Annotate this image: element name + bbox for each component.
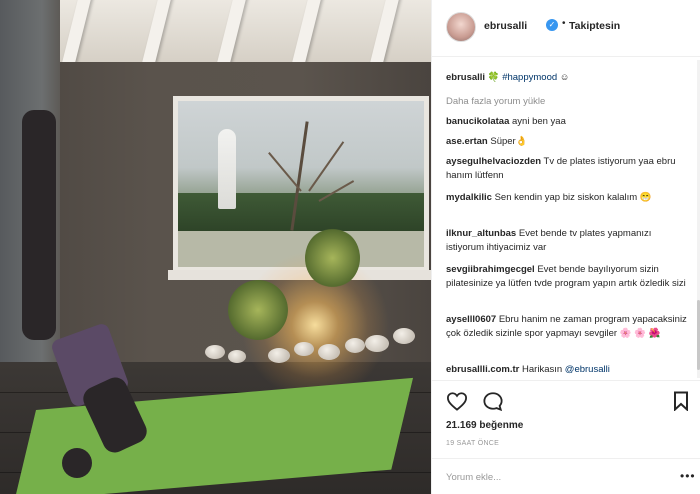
plant	[305, 228, 360, 288]
ceiling	[0, 0, 431, 68]
caption: ebrusalli 🍀 #happymood ☺	[446, 71, 691, 85]
ceiling-beam	[215, 0, 248, 68]
plant	[228, 280, 288, 340]
person-head	[62, 448, 92, 478]
post-photo[interactable]	[0, 0, 431, 494]
comment: aysegulhelvaciozden Tv de plates istiyor…	[446, 155, 691, 183]
comment-text: Sen kendin yap biz siskon kalalım 😁	[494, 192, 652, 203]
comment-username[interactable]: ilknur_altunbas	[446, 228, 516, 239]
more-options-icon[interactable]: •••	[680, 469, 696, 483]
header-separator: •	[562, 18, 566, 29]
comment-username[interactable]: ebrusallli.com.tr	[446, 364, 519, 375]
clover-emoji: 🍀	[487, 72, 500, 83]
likes-count[interactable]: 21.169 beğenme	[446, 420, 523, 431]
person-legs	[22, 110, 56, 340]
action-bar	[432, 380, 700, 420]
load-more-comments-button[interactable]: Daha fazla yorum yükle	[446, 95, 691, 109]
add-comment-input[interactable]	[446, 469, 666, 485]
instagram-post-view: ebrusalli ✓ • Takiptesin ebrusalli 🍀 #ha…	[0, 0, 700, 494]
follow-status-button[interactable]: Takiptesin	[569, 20, 620, 32]
comment: mydalkilic Sen kendin yap biz siskon kal…	[446, 191, 691, 205]
ceiling-beam	[290, 0, 323, 68]
ceiling-beam	[60, 0, 93, 68]
comment: ayselll0607 Ebru hanim ne zaman program …	[446, 313, 691, 341]
header-username[interactable]: ebrusalli	[484, 20, 527, 32]
comment-username[interactable]: ase.ertan	[446, 136, 488, 147]
garden-window	[173, 96, 429, 272]
smiley-emoji: ☺	[559, 72, 570, 83]
comment-username[interactable]: sevgiibrahimgecgel	[446, 264, 535, 275]
comment: ase.ertan Süper👌	[446, 135, 691, 149]
comment: ebrusallli.com.tr Harikasın @ebrusalli	[446, 363, 691, 377]
avatar[interactable]	[446, 12, 476, 42]
ceiling-beam	[368, 0, 401, 68]
pebble	[228, 350, 246, 363]
pebble	[294, 342, 314, 356]
comment: banucikolataa ayni ben yaa	[446, 115, 691, 129]
bookmark-icon[interactable]	[673, 391, 689, 411]
comments-list: ebrusalli 🍀 #happymood ☺ Daha fazla yoru…	[432, 57, 700, 380]
pebble	[365, 335, 389, 352]
hashtag-link[interactable]: #happymood	[502, 72, 557, 83]
comment-username[interactable]: mydalkilic	[446, 192, 492, 203]
mention-link[interactable]: @ebrusalli	[565, 364, 610, 375]
caption-username[interactable]: ebrusalli	[446, 72, 485, 83]
tree-branch	[308, 141, 345, 192]
verified-badge-icon: ✓	[546, 19, 558, 31]
pebble	[318, 344, 340, 360]
comment-username[interactable]: aysegulhelvaciozden	[446, 156, 541, 167]
pebble	[205, 345, 225, 359]
add-comment-bar: •••	[432, 458, 700, 494]
comment-text: Süper👌	[490, 136, 528, 147]
heart-icon[interactable]	[446, 391, 468, 411]
pebble	[393, 328, 415, 344]
tree-branch	[268, 152, 302, 192]
hedge	[178, 193, 424, 231]
comment-bubble-icon[interactable]	[482, 391, 504, 411]
post-side-panel: ebrusalli ✓ • Takiptesin ebrusalli 🍀 #ha…	[431, 0, 700, 494]
comment: sevgiibrahimgecgel Evet bende bayılıyoru…	[446, 263, 691, 291]
pebble	[345, 338, 365, 353]
garden-umbrella	[218, 129, 236, 209]
ceiling-beam	[140, 0, 173, 68]
pebble	[268, 348, 290, 363]
comment-text: Harikasın	[522, 364, 565, 375]
comment-username[interactable]: banucikolataa	[446, 116, 509, 127]
comment-username[interactable]: ayselll0607	[446, 314, 496, 325]
comment-text: ayni ben yaa	[512, 116, 566, 127]
post-timestamp[interactable]: 19 SAAT ÖNCE	[446, 440, 499, 447]
comment: ilknur_altunbas Evet bende tv plates yap…	[446, 227, 691, 255]
post-header: ebrusalli ✓ • Takiptesin	[432, 0, 700, 57]
